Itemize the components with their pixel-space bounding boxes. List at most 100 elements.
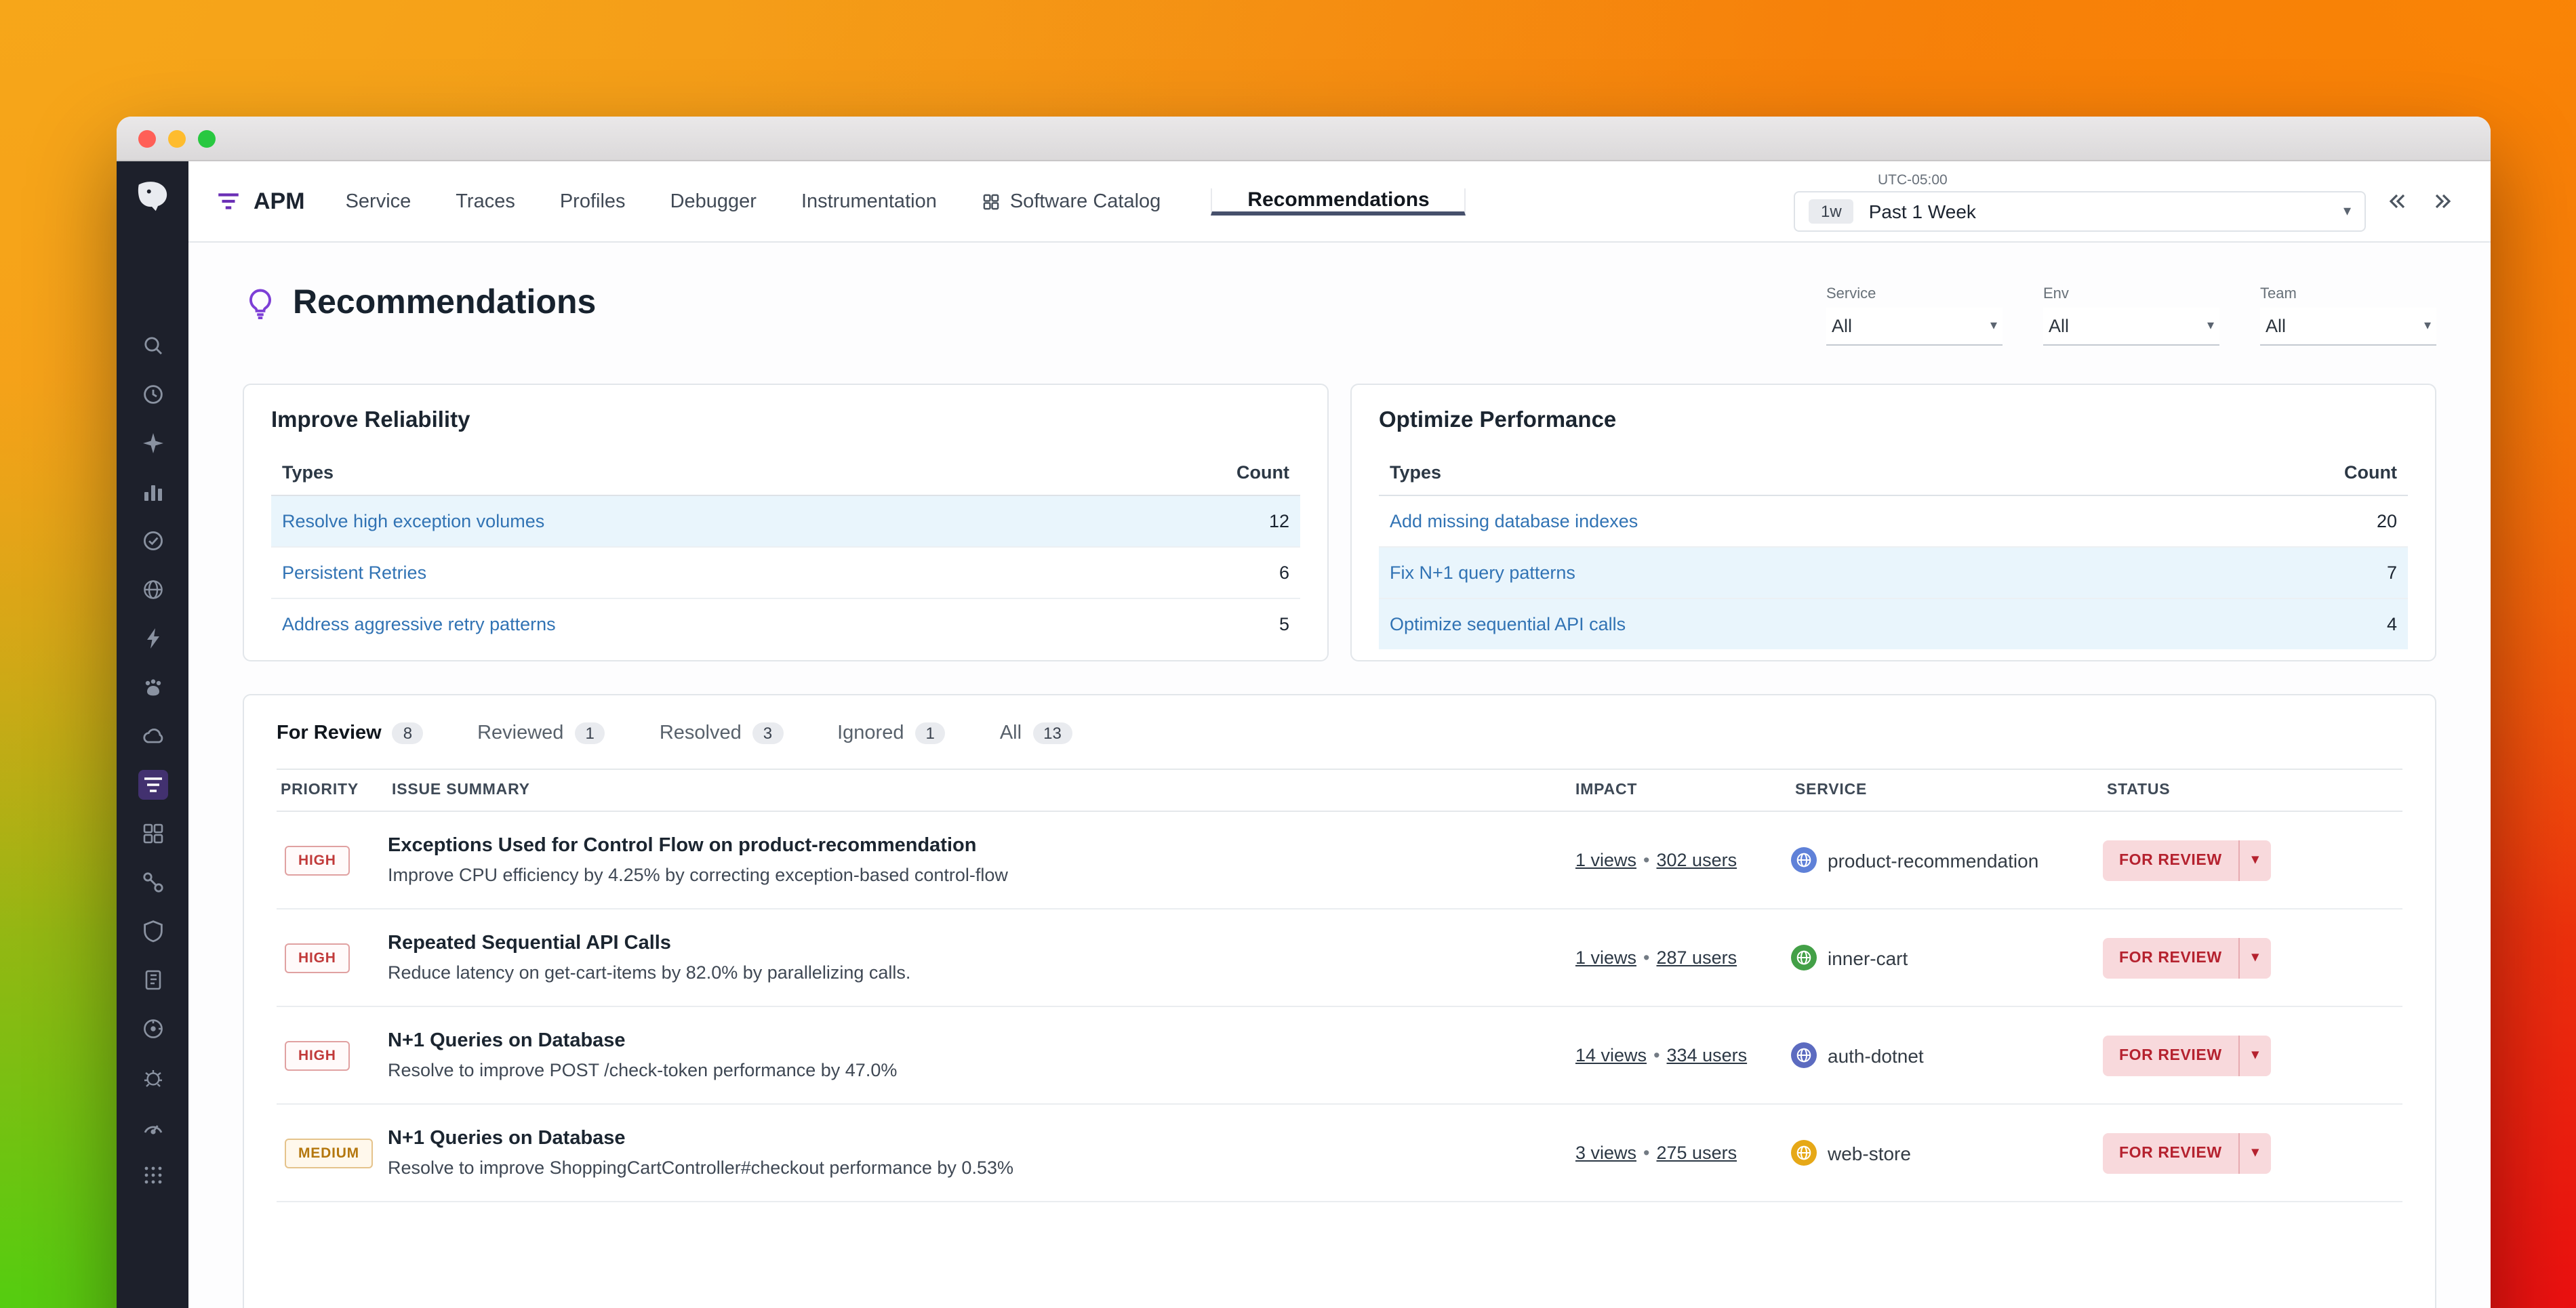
status-dropdown-button[interactable]: FOR REVIEW ▾ — [2103, 937, 2271, 978]
filter-value: All — [2266, 316, 2286, 336]
service-link[interactable]: auth-dotnet — [1791, 1042, 2103, 1068]
sidebar-item-sparkles[interactable] — [138, 428, 167, 458]
tab-count-badge: 3 — [752, 722, 783, 744]
card-title: Optimize Performance — [1379, 408, 2408, 434]
sidebar-item-search[interactable] — [138, 331, 167, 361]
bullet-separator: • — [1643, 947, 1649, 968]
filter-env: Env All ▾ — [2043, 286, 2219, 346]
zoom-window-button[interactable] — [198, 129, 216, 147]
notebook-icon — [140, 968, 165, 992]
status-dropdown-button[interactable]: FOR REVIEW ▾ — [2103, 840, 2271, 880]
issue-subtitle: Resolve to improve POST /check-token per… — [388, 1060, 1554, 1080]
datadog-logo[interactable] — [129, 173, 176, 220]
filter-value: All — [1832, 316, 1852, 336]
chevron-down-icon: ▾ — [2240, 1145, 2272, 1160]
minimize-window-button[interactable] — [168, 129, 186, 147]
sidebar-item-service-map[interactable] — [138, 867, 167, 897]
sidebar-item-quality-checks[interactable] — [138, 526, 167, 556]
tab-ignored[interactable]: Ignored 1 — [837, 722, 946, 744]
sidebar-item-apm[interactable] — [138, 770, 167, 800]
nav-link-instrumentation[interactable]: Instrumentation — [801, 190, 937, 212]
service-link[interactable]: product-recommendation — [1791, 847, 2103, 873]
status-dropdown-button[interactable]: FOR REVIEW ▾ — [2103, 1035, 2271, 1076]
card-table-header: Types Count — [1379, 450, 2408, 496]
count-header: Count — [1236, 462, 1289, 483]
time-shift-forward-button[interactable] — [2426, 184, 2461, 219]
close-window-button[interactable] — [138, 129, 156, 147]
service-globe-icon — [1791, 847, 1817, 873]
issue-title: Repeated Sequential API Calls — [388, 933, 1554, 954]
env-filter-select[interactable]: All ▾ — [2043, 308, 2219, 346]
cloud-icon — [140, 724, 165, 748]
sidebar-item-software-catalog[interactable] — [138, 819, 167, 849]
recommendations-list-card: For Review 8 Reviewed 1 Resolved 3 — [243, 694, 2436, 1308]
filter-service: Service All ▾ — [1826, 286, 2003, 346]
page-content: Recommendations Service All ▾ — [188, 243, 2491, 1308]
sidebar-item-error-tracking[interactable] — [138, 1063, 167, 1092]
bug-icon — [140, 1065, 165, 1090]
sidebar-item-network[interactable] — [138, 575, 167, 605]
filter-label: Team — [2260, 286, 2436, 302]
service-link[interactable]: inner-cart — [1791, 945, 2103, 970]
search-icon — [140, 333, 165, 358]
sidebar-item-settings[interactable] — [138, 1160, 167, 1190]
recommendation-type-link[interactable]: Optimize sequential API calls — [1390, 614, 1626, 634]
tab-resolved[interactable]: Resolved 3 — [660, 722, 783, 744]
views-link[interactable]: 1 views — [1575, 850, 1636, 870]
views-link[interactable]: 1 views — [1575, 947, 1636, 968]
nav-link-traces[interactable]: Traces — [456, 190, 515, 212]
service-name: web-store — [1828, 1142, 1911, 1164]
recommendation-type-link[interactable]: Address aggressive retry patterns — [282, 614, 556, 634]
nav-link-debugger[interactable]: Debugger — [670, 190, 757, 212]
nav-link-software-catalog[interactable]: Software Catalog — [982, 190, 1161, 212]
sidebar-item-history[interactable] — [138, 380, 167, 409]
count-header: Count — [2344, 462, 2397, 483]
tab-for-review[interactable]: For Review 8 — [277, 722, 423, 744]
sidebar-item-watchdog[interactable] — [138, 672, 167, 702]
issue-subtitle: Resolve to improve ShoppingCartControlle… — [388, 1158, 1554, 1178]
recommendation-type-link[interactable]: Fix N+1 query patterns — [1390, 563, 1575, 583]
chevron-down-icon: ▾ — [1990, 319, 1997, 333]
sidebar-item-analytics[interactable] — [138, 477, 167, 507]
nav-tab-recommendations[interactable]: Recommendations — [1211, 188, 1466, 215]
sidebar-item-synthetics[interactable] — [138, 1014, 167, 1044]
views-link[interactable]: 3 views — [1575, 1143, 1636, 1163]
users-link[interactable]: 287 users — [1657, 947, 1737, 968]
time-shift-back-button[interactable] — [2378, 184, 2413, 219]
users-link[interactable]: 275 users — [1657, 1143, 1737, 1163]
service-filter-select[interactable]: All ▾ — [1826, 308, 2003, 346]
filter-value: All — [2049, 316, 2069, 336]
recommendation-type-link[interactable]: Add missing database indexes — [1390, 511, 1638, 531]
shield-icon — [140, 919, 165, 943]
recommendation-count: 7 — [2387, 563, 2397, 583]
users-link[interactable]: 334 users — [1667, 1045, 1748, 1065]
users-link[interactable]: 302 users — [1657, 850, 1737, 870]
tab-all[interactable]: All 13 — [1000, 722, 1072, 744]
status-dropdown-button[interactable]: FOR REVIEW ▾ — [2103, 1132, 2271, 1173]
time-range-control[interactable]: 1w Past 1 Week ▾ — [1794, 190, 2366, 231]
time-range-picker[interactable]: UTC-05:00 1w Past 1 Week ▾ — [1794, 171, 2366, 231]
sidebar-item-notebooks[interactable] — [138, 965, 167, 995]
service-name: product-recommendation — [1828, 849, 2038, 871]
sidebar-item-events[interactable] — [138, 624, 167, 653]
nav-link-service[interactable]: Service — [346, 190, 411, 212]
recommendation-type-link[interactable]: Persistent Retries — [282, 563, 426, 583]
nav-link-profiles[interactable]: Profiles — [560, 190, 626, 212]
desktop-background: APM Service Traces Profiles Debugger Ins… — [0, 0, 2576, 1308]
sidebar-item-monitors[interactable] — [138, 1111, 167, 1141]
tab-reviewed[interactable]: Reviewed 1 — [477, 722, 605, 744]
service-globe-icon — [1791, 1042, 1817, 1068]
card-table-row: Add missing database indexes 20 — [1379, 496, 2408, 548]
tab-count-badge: 8 — [393, 722, 423, 744]
tab-count-badge: 1 — [914, 722, 945, 744]
optimize-performance-card: Optimize Performance Types Count Add mis… — [1350, 384, 2436, 661]
lightning-icon — [140, 626, 165, 651]
sidebar-item-security[interactable] — [138, 916, 167, 946]
sidebar-item-serverless[interactable] — [138, 721, 167, 751]
issue-column-header: ISSUE SUMMARY — [388, 782, 1554, 798]
service-link[interactable]: web-store — [1791, 1140, 2103, 1166]
team-filter-select[interactable]: All ▾ — [2260, 308, 2436, 346]
views-link[interactable]: 14 views — [1575, 1045, 1647, 1065]
paw-icon — [140, 675, 165, 699]
recommendation-type-link[interactable]: Resolve high exception volumes — [282, 511, 544, 531]
